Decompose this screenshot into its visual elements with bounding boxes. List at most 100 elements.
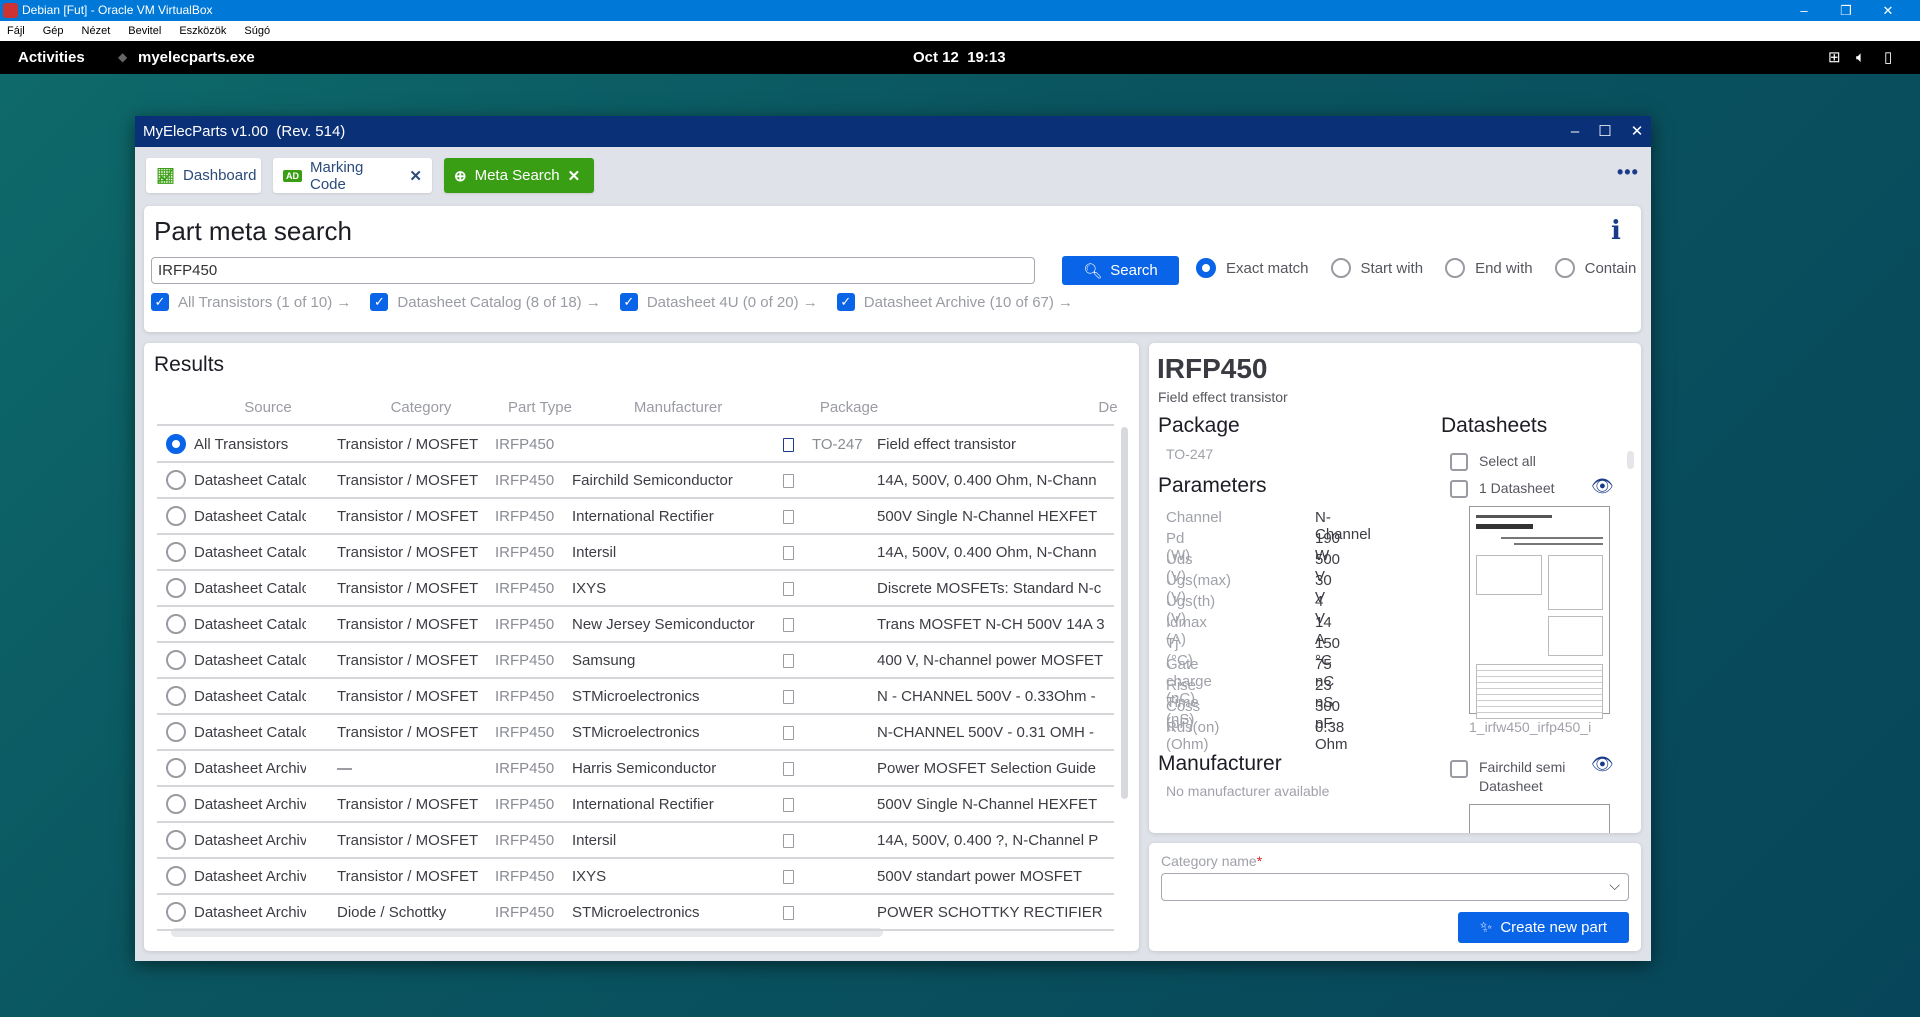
table-row[interactable]: Datasheet Catalog Transistor / MOSFET IRFP…: [157, 571, 1114, 607]
table-row[interactable]: Datasheet Archive Transistor / MOSFET IRFP…: [157, 787, 1114, 823]
menu-help[interactable]: Súgó: [244, 21, 270, 41]
table-row[interactable]: Datasheet Catalog Transistor / MOSFET IRFP…: [157, 679, 1114, 715]
datasheet-file-icon[interactable]: [783, 870, 794, 884]
window-title: MyElecParts v1.00 (Rev. 514): [143, 123, 346, 140]
search-input[interactable]: [151, 257, 1035, 284]
activities-button[interactable]: Activities: [18, 41, 85, 74]
category-select[interactable]: ⌵: [1161, 873, 1629, 901]
minimize-button[interactable]: –: [1561, 116, 1589, 147]
eye-icon[interactable]: 👁︎: [1591, 754, 1614, 775]
table-row[interactable]: All Transistors Transistor / MOSFET IRFP45…: [157, 427, 1114, 463]
row-radio[interactable]: [166, 722, 186, 742]
datasheet-file-icon[interactable]: [783, 438, 794, 452]
datasheets-scrollbar[interactable]: [1627, 451, 1634, 469]
row-radio[interactable]: [166, 542, 186, 562]
radio-contain[interactable]: [1554, 258, 1575, 278]
checkbox-datasheet-archive[interactable]: ✓: [836, 293, 855, 311]
col-package[interactable]: Package: [820, 399, 878, 416]
close-button[interactable]: ✕: [1623, 116, 1651, 147]
table-row[interactable]: Datasheet Catalog Transistor / MOSFET IRFP…: [157, 499, 1114, 535]
tab-dashboard[interactable]: 📈︎ Dashboard: [146, 158, 261, 193]
menu-file[interactable]: Fájl: [7, 21, 25, 41]
datasheet-file-icon[interactable]: [783, 798, 794, 812]
datasheet-file-icon[interactable]: [783, 654, 794, 668]
source-label[interactable]: Datasheet Catalog (8 of 18) →: [397, 294, 600, 311]
menu-input[interactable]: Bevitel: [128, 21, 161, 41]
datasheet-file-icon[interactable]: [783, 618, 794, 632]
vbox-restore-button[interactable]: ❐: [1826, 0, 1866, 21]
radio-start-with[interactable]: [1330, 258, 1351, 278]
row-radio[interactable]: [166, 794, 186, 814]
tab-meta-search[interactable]: ⊕ Meta Search ✕: [444, 158, 594, 193]
maximize-button[interactable]: ☐: [1591, 116, 1619, 147]
app-menu[interactable]: myelecparts.exe: [138, 41, 255, 74]
row-radio[interactable]: [166, 866, 186, 886]
eye-icon[interactable]: 👁︎: [1591, 476, 1614, 497]
datasheet-file-icon[interactable]: [783, 546, 794, 560]
vbox-close-button[interactable]: ✕: [1868, 0, 1908, 21]
table-row[interactable]: Datasheet Catalog Transistor / MOSFET IRFP…: [157, 463, 1114, 499]
source-label[interactable]: All Transistors (1 of 10) →: [178, 294, 351, 311]
battery-icon[interactable]: ▯: [1884, 41, 1892, 74]
datasheet-file-icon[interactable]: [783, 726, 794, 740]
row-radio[interactable]: [166, 470, 186, 490]
col-category[interactable]: Category: [391, 399, 452, 416]
datasheet-file-icon[interactable]: [783, 906, 794, 920]
source-label[interactable]: Datasheet Archive (10 of 67) →: [864, 294, 1073, 311]
table-row[interactable]: Datasheet Catalog Transistor / MOSFET IRFP…: [157, 643, 1114, 679]
table-row[interactable]: Datasheet Archive Transistor / MOSFET IRFP…: [157, 823, 1114, 859]
table-row[interactable]: Datasheet Archive — IRFP450 Harris Semicond…: [157, 751, 1114, 787]
close-tab-icon[interactable]: ✕: [568, 167, 581, 185]
radio-end-with[interactable]: [1445, 258, 1466, 278]
menu-view[interactable]: Nézet: [82, 21, 111, 41]
network-icon[interactable]: ⊞: [1828, 41, 1841, 74]
row-radio[interactable]: [166, 758, 186, 778]
col-source[interactable]: Source: [244, 399, 292, 416]
table-row[interactable]: Datasheet Archive Diode / Schottky IRFP450…: [157, 895, 1114, 931]
datasheet-thumbnail[interactable]: [1469, 506, 1610, 719]
table-row[interactable]: Datasheet Catalog Transistor / MOSFET IRFP…: [157, 607, 1114, 643]
vbox-minimize-button[interactable]: –: [1784, 0, 1824, 21]
search-button[interactable]: 🔍︎ Search: [1062, 256, 1179, 285]
row-radio[interactable]: [166, 686, 186, 706]
close-tab-icon[interactable]: ✕: [409, 167, 422, 185]
source-label[interactable]: Datasheet 4U (0 of 20) →: [647, 294, 818, 311]
tab-marking-code[interactable]: AD Marking Code ✕: [273, 158, 432, 193]
col-part-type[interactable]: Part Type: [508, 399, 572, 416]
row-radio[interactable]: [166, 506, 186, 526]
datasheet-file-icon[interactable]: [783, 834, 794, 848]
table-row[interactable]: Datasheet Archive Transistor / MOSFET IRFP…: [157, 859, 1114, 895]
radio-exact-match[interactable]: [1196, 258, 1216, 278]
row-radio[interactable]: [166, 902, 186, 922]
table-row[interactable]: Datasheet Catalog Transistor / MOSFET IRFP…: [157, 715, 1114, 751]
clock[interactable]: Oct 12 19:13: [913, 41, 1006, 74]
checkbox-datasheet-catalog[interactable]: ✓: [370, 293, 389, 311]
col-manufacturer[interactable]: Manufacturer: [634, 399, 722, 416]
checkbox-datasheet-4u[interactable]: ✓: [619, 293, 638, 311]
vertical-scrollbar[interactable]: [1121, 427, 1128, 799]
info-icon[interactable]: i: [1611, 216, 1621, 246]
datasheet-checkbox[interactable]: [1450, 480, 1468, 498]
table-row[interactable]: Datasheet Catalog Transistor / MOSFET IRFP…: [157, 535, 1114, 571]
menu-machine[interactable]: Gép: [43, 21, 64, 41]
row-radio[interactable]: [166, 614, 186, 634]
volume-icon[interactable]: 🔈︎: [1856, 41, 1865, 74]
datasheet-file-icon[interactable]: [783, 582, 794, 596]
cell-description: 500V standart power MOSFET: [877, 868, 1083, 885]
row-radio[interactable]: [166, 434, 186, 454]
datasheet-thumbnail[interactable]: [1469, 804, 1610, 833]
datasheet-file-icon[interactable]: [783, 474, 794, 488]
select-all-checkbox[interactable]: [1450, 453, 1468, 471]
checkbox-all-transistors[interactable]: ✓: [151, 293, 169, 311]
datasheet-file-icon[interactable]: [783, 762, 794, 776]
row-radio[interactable]: [166, 578, 186, 598]
datasheet-file-icon[interactable]: [783, 690, 794, 704]
row-radio[interactable]: [166, 830, 186, 850]
datasheet-checkbox[interactable]: [1450, 760, 1468, 778]
col-description[interactable]: De: [1098, 399, 1117, 416]
create-new-part-button[interactable]: ✨︎ Create new part: [1458, 912, 1629, 943]
datasheet-file-icon[interactable]: [783, 510, 794, 524]
row-radio[interactable]: [166, 650, 186, 670]
menu-tools[interactable]: Eszközök: [179, 21, 226, 41]
more-options-icon[interactable]: •••: [1617, 162, 1639, 183]
